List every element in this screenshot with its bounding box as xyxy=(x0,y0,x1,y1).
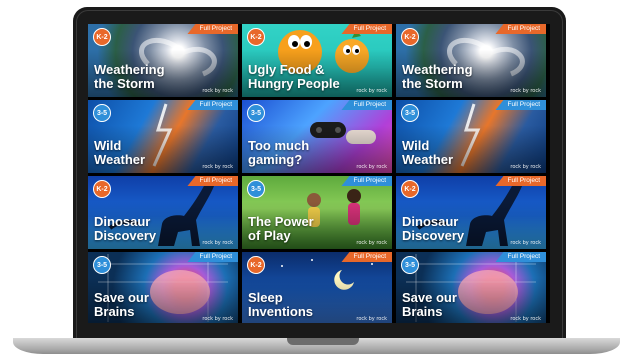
full-project-ribbon: Full Project xyxy=(495,252,546,262)
project-card-8[interactable]: 3-5 Full Project The Power of Play rock … xyxy=(242,176,392,249)
full-project-ribbon: Full Project xyxy=(187,176,238,186)
brand-label: rock by rock xyxy=(510,316,541,322)
brand-label: rock by rock xyxy=(356,240,387,246)
project-card-4[interactable]: 3-5 Full Project Wild Weather rock by ro… xyxy=(88,100,238,173)
full-project-ribbon: Full Project xyxy=(187,252,238,262)
project-card-3[interactable]: K-2 Full Project Weathering the Storm ro… xyxy=(396,24,546,97)
full-project-ribbon: Full Project xyxy=(495,24,546,34)
brand-label: rock by rock xyxy=(510,88,541,94)
card-title-line1: Save our xyxy=(94,290,149,305)
brand-label: rock by rock xyxy=(202,88,233,94)
card-title: Save our Brains xyxy=(402,291,538,319)
grade-badge: K-2 xyxy=(93,28,111,46)
full-project-ribbon: Full Project xyxy=(187,100,238,110)
brand-label: rock by rock xyxy=(356,164,387,170)
card-title-line1: Weathering xyxy=(402,62,473,77)
brand-label: rock by rock xyxy=(510,240,541,246)
grade-badge: K-2 xyxy=(247,256,265,274)
grade-badge: K-2 xyxy=(401,28,419,46)
card-title: Dinosaur Discovery xyxy=(402,215,538,243)
full-project-ribbon: Full Project xyxy=(341,176,392,186)
card-title-line1: Too much xyxy=(248,138,310,153)
card-title-line1: The Power xyxy=(248,214,314,229)
card-title-line1: Wild xyxy=(402,138,430,153)
card-title: Dinosaur Discovery xyxy=(94,215,230,243)
grade-badge: 3-5 xyxy=(247,104,265,122)
card-title: Weathering the Storm xyxy=(402,63,538,91)
project-card-2[interactable]: K-2 Full Project Ugly Food & Hungry Peop… xyxy=(242,24,392,97)
brand-label: rock by rock xyxy=(356,316,387,322)
grade-badge: K-2 xyxy=(401,180,419,198)
card-title: Too much gaming? xyxy=(248,139,384,167)
project-card-grid: K-2 Full Project Weathering the Storm ro… xyxy=(88,24,550,323)
laptop-notch xyxy=(287,338,359,345)
card-title-line1: Dinosaur xyxy=(94,214,151,229)
card-title-line1: Sleep xyxy=(248,290,283,305)
card-title: Save our Brains xyxy=(94,291,230,319)
grade-badge: 3-5 xyxy=(401,104,419,122)
project-card-1[interactable]: K-2 Full Project Weathering the Storm ro… xyxy=(88,24,238,97)
card-title-line1: Weathering xyxy=(94,62,165,77)
card-title: Wild Weather xyxy=(94,139,230,167)
card-title: Sleep Inventions xyxy=(248,291,384,319)
full-project-ribbon: Full Project xyxy=(495,176,546,186)
grade-badge: 3-5 xyxy=(247,180,265,198)
full-project-ribbon: Full Project xyxy=(341,24,392,34)
card-title: Ugly Food & Hungry People xyxy=(248,63,384,91)
project-card-10[interactable]: 3-5 Full Project Save our Brains rock by… xyxy=(88,252,238,323)
grade-badge: 3-5 xyxy=(93,104,111,122)
full-project-ribbon: Full Project xyxy=(341,252,392,262)
card-title-line1: Dinosaur xyxy=(402,214,459,229)
project-card-7[interactable]: K-2 Full Project Dinosaur Discovery rock… xyxy=(88,176,238,249)
project-card-12[interactable]: 3-5 Full Project Save our Brains rock by… xyxy=(396,252,546,323)
card-title: Weathering the Storm xyxy=(94,63,230,91)
brand-label: rock by rock xyxy=(202,240,233,246)
laptop-screen: K-2 Full Project Weathering the Storm ro… xyxy=(88,24,550,323)
card-title: The Power of Play xyxy=(248,215,384,243)
project-card-6[interactable]: 3-5 Full Project Wild Weather rock by ro… xyxy=(396,100,546,173)
project-card-9[interactable]: K-2 Full Project Dinosaur Discovery rock… xyxy=(396,176,546,249)
grade-badge: 3-5 xyxy=(93,256,111,274)
card-title-line1: Wild xyxy=(94,138,122,153)
brand-label: rock by rock xyxy=(356,88,387,94)
full-project-ribbon: Full Project xyxy=(495,100,546,110)
grade-badge: K-2 xyxy=(93,180,111,198)
brand-label: rock by rock xyxy=(510,164,541,170)
grade-badge: K-2 xyxy=(247,28,265,46)
project-card-11[interactable]: K-2 Full Project Sleep Inventions rock b… xyxy=(242,252,392,323)
brand-label: rock by rock xyxy=(202,164,233,170)
full-project-ribbon: Full Project xyxy=(341,100,392,110)
project-card-5[interactable]: 3-5 Full Project Too much gaming? rock b… xyxy=(242,100,392,173)
brand-label: rock by rock xyxy=(202,316,233,322)
card-title: Wild Weather xyxy=(402,139,538,167)
grade-badge: 3-5 xyxy=(401,256,419,274)
card-title-line1: Ugly Food & xyxy=(248,62,325,77)
full-project-ribbon: Full Project xyxy=(187,24,238,34)
card-title-line1: Save our xyxy=(402,290,457,305)
